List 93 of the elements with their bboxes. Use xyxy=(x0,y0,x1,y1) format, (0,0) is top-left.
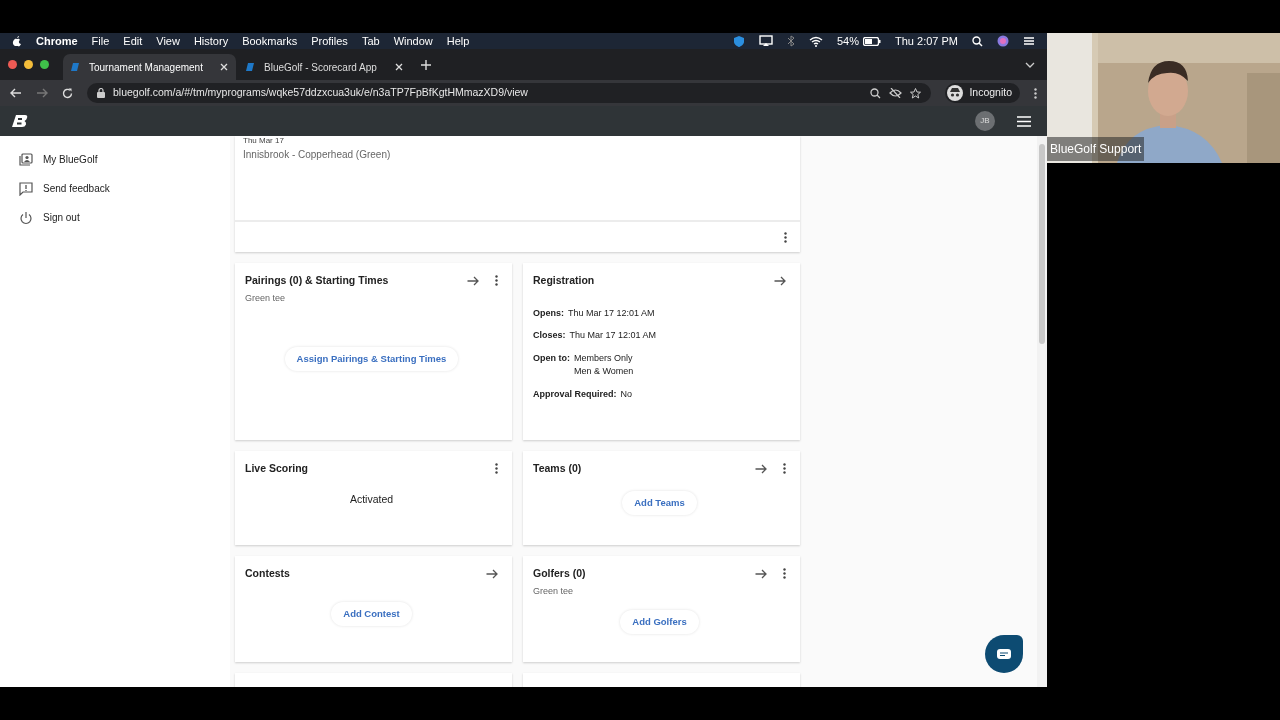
star-icon[interactable] xyxy=(910,87,922,99)
battery-icon[interactable] xyxy=(863,36,881,46)
menu-item[interactable]: History xyxy=(193,33,229,50)
menu-icon[interactable] xyxy=(1017,115,1031,127)
card-subtitle: Green tee xyxy=(245,291,287,305)
arrow-right-icon[interactable] xyxy=(774,275,786,286)
new-tab-icon[interactable] xyxy=(421,59,431,70)
close-window-button[interactable] xyxy=(8,60,17,69)
video-caption: BlueGolf Support xyxy=(1047,137,1145,161)
browser-tab[interactable]: BlueGolf - Scorecard App xyxy=(238,54,411,80)
profile-chip[interactable]: Incognito xyxy=(945,83,1020,103)
app-menu[interactable]: Chrome xyxy=(36,33,78,50)
event-date: Thu Mar 17 xyxy=(243,136,285,145)
more-options-icon[interactable] xyxy=(495,275,498,287)
menu-clock[interactable]: Thu 2:07 PM xyxy=(895,33,958,50)
action-button[interactable]: Add Golfers xyxy=(620,610,699,635)
tab-title: Tournament Management xyxy=(89,60,204,75)
card-title: Live Scoring xyxy=(245,461,309,476)
chevron-down-icon[interactable] xyxy=(1025,61,1035,68)
maximize-window-button[interactable] xyxy=(40,60,49,69)
control-center-icon[interactable] xyxy=(1023,36,1035,46)
logo-icon xyxy=(71,62,81,72)
shield-icon[interactable] xyxy=(733,34,745,48)
siri-icon[interactable] xyxy=(997,35,1009,47)
menu-item[interactable]: View xyxy=(156,33,180,50)
field-label: Opens: xyxy=(533,306,564,320)
browser-tab[interactable]: Tournament Management xyxy=(63,54,236,80)
logo-icon[interactable] xyxy=(12,114,28,128)
menu-item[interactable]: Window xyxy=(393,33,433,50)
card-title: Golfers (0) xyxy=(533,566,587,581)
field-value: No xyxy=(620,387,633,401)
close-icon[interactable] xyxy=(220,63,228,71)
field-label: Open to: xyxy=(533,351,570,365)
airplay-icon[interactable] xyxy=(759,35,773,47)
card-title: Pairings (0) & Starting Times xyxy=(245,273,390,288)
arrow-right-icon[interactable] xyxy=(486,568,498,579)
arrow-right-icon[interactable] xyxy=(755,568,767,579)
url-text: bluegolf.com/a/#/tm/myprograms/wqke57ddzxcua3uk/e/n3aTP7FpBfKgtHMmazXD9/view xyxy=(113,85,529,101)
card-title: Teams (0) xyxy=(533,461,583,476)
menu-item[interactable]: Bookmarks xyxy=(242,33,298,50)
action-button[interactable]: Add Contest xyxy=(331,601,412,626)
lock-icon xyxy=(97,88,105,98)
course-name: Innisbrook - Copperhead (Green) xyxy=(243,148,392,162)
menu-item[interactable]: File xyxy=(91,33,110,50)
zoom-icon[interactable] xyxy=(870,87,882,99)
more-options-icon[interactable] xyxy=(783,568,786,580)
address-bar[interactable]: bluegolf.com/a/#/tm/myprograms/wqke57ddzxcua3uk/e/n3aTP7FpBfKgtHMmazXD9/view xyxy=(87,83,932,103)
chat-icon xyxy=(997,649,1011,659)
scrollbar-thumb[interactable] xyxy=(1039,144,1045,344)
tab-title: BlueGolf - Scorecard App xyxy=(264,60,378,75)
battery-percent: 54% xyxy=(837,33,859,49)
bluetooth-icon[interactable] xyxy=(787,35,795,47)
card-title: Contests xyxy=(245,566,291,581)
field-value: Men & Women xyxy=(574,365,634,379)
more-options-icon[interactable] xyxy=(495,463,498,475)
reload-icon[interactable] xyxy=(62,87,73,99)
kebab-icon[interactable] xyxy=(1034,87,1037,99)
sidebar-item[interactable]: Sign out xyxy=(0,203,230,232)
search-icon[interactable] xyxy=(972,35,983,47)
profile-stack-icon xyxy=(19,152,33,167)
back-icon[interactable] xyxy=(10,88,22,98)
menu-item[interactable]: Help xyxy=(446,33,470,50)
menu-item[interactable]: Edit xyxy=(123,33,143,50)
menu-item[interactable]: Tab xyxy=(361,33,380,50)
feedback-icon xyxy=(19,181,33,196)
chat-button[interactable] xyxy=(985,635,1023,673)
card-subtitle: Green tee xyxy=(533,584,575,598)
arrow-right-icon[interactable] xyxy=(467,275,479,286)
user-avatar[interactable]: JB xyxy=(975,111,995,131)
wifi-icon[interactable] xyxy=(809,35,823,47)
action-button[interactable]: Add Teams xyxy=(622,490,697,515)
more-options-icon[interactable] xyxy=(784,231,787,243)
forward-icon[interactable] xyxy=(36,88,48,98)
field-value: Members Only xyxy=(574,351,634,365)
arrow-right-icon[interactable] xyxy=(755,463,767,474)
close-icon[interactable] xyxy=(395,63,403,71)
field-label: Closes: xyxy=(533,329,566,343)
logo-icon xyxy=(246,62,256,72)
menu-item[interactable]: Profiles xyxy=(311,33,348,50)
incognito-icon xyxy=(947,85,964,101)
more-options-icon[interactable] xyxy=(783,463,786,475)
power-icon xyxy=(19,210,33,225)
apple-icon[interactable] xyxy=(12,35,22,47)
field-value: Thu Mar 17 12:01 AM xyxy=(568,306,655,320)
field-value: Thu Mar 17 12:01 AM xyxy=(569,329,657,343)
sidebar-item[interactable]: Send feedback xyxy=(0,174,230,203)
field-label: Approval Required: xyxy=(533,387,617,401)
sidebar-item[interactable]: My BlueGolf xyxy=(0,145,230,174)
minimize-window-button[interactable] xyxy=(24,60,33,69)
status-text: Activated xyxy=(349,492,394,507)
action-button[interactable]: Assign Pairings & Starting Times xyxy=(284,346,459,371)
eye-slash-icon[interactable] xyxy=(889,88,903,98)
card-title: Registration xyxy=(533,273,596,288)
